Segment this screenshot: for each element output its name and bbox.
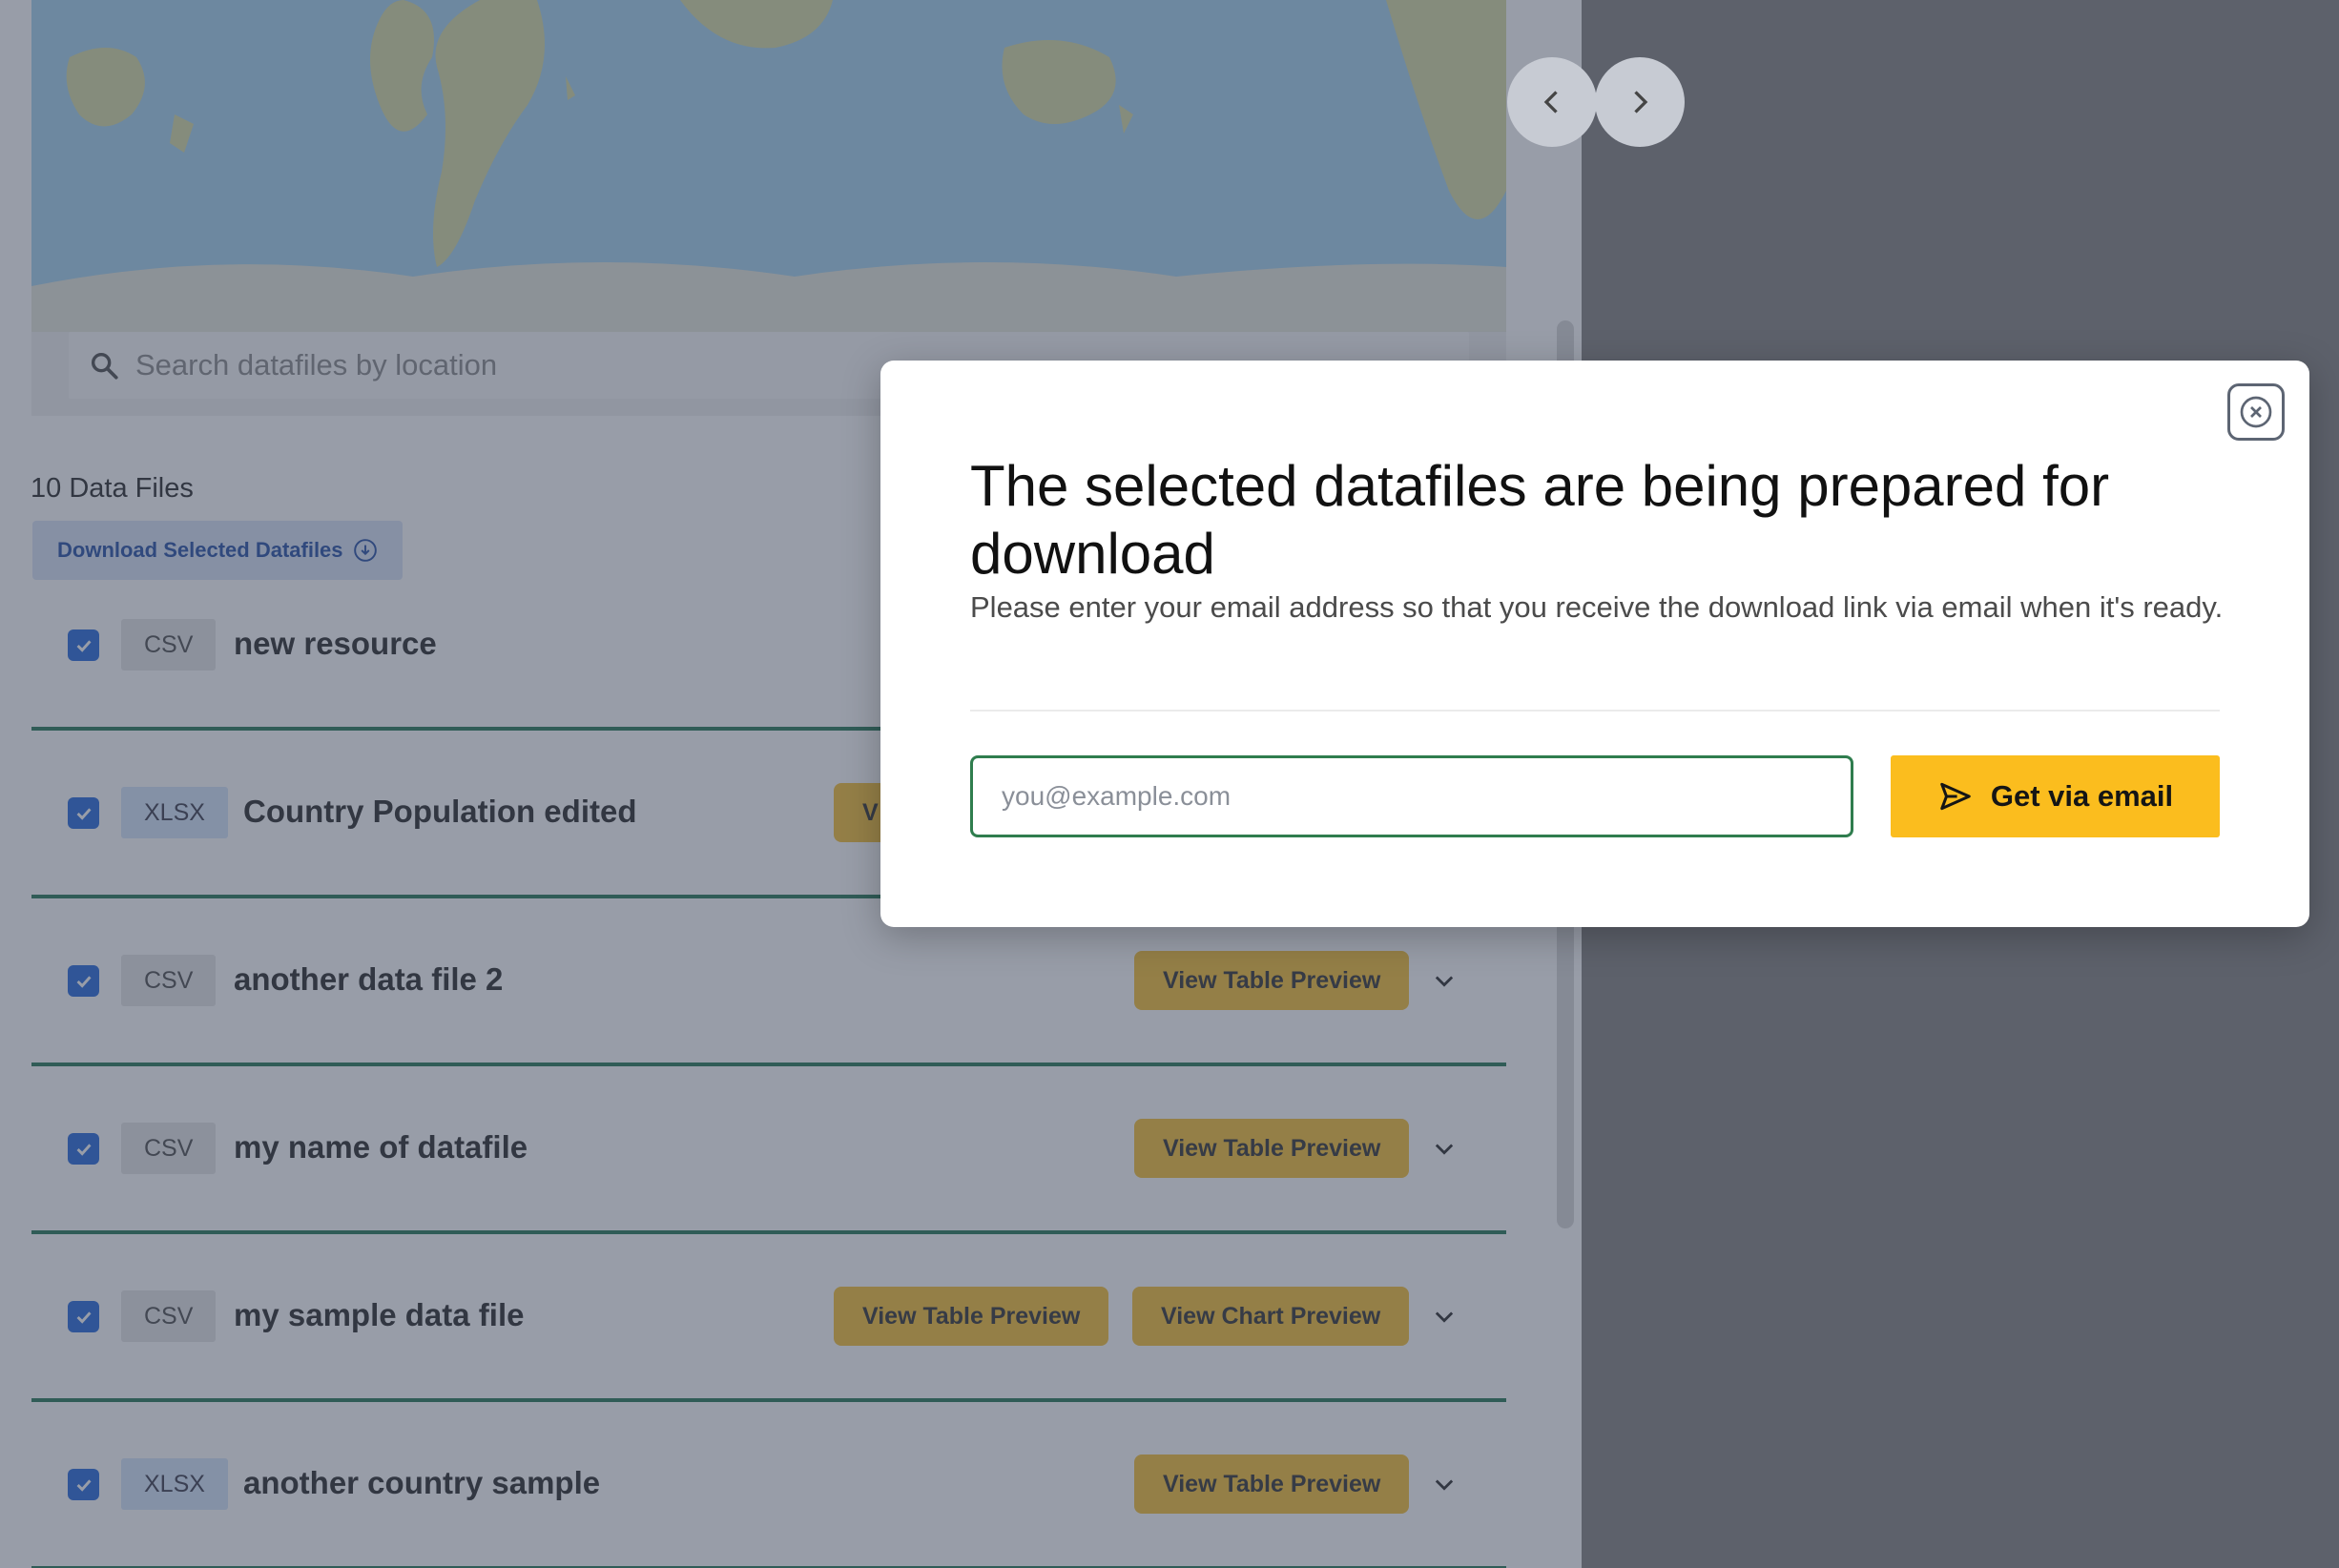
prev-button[interactable] (1507, 57, 1597, 147)
chevron-left-icon (1543, 91, 1558, 113)
next-button[interactable] (1595, 57, 1685, 147)
get-via-email-label: Get via email (1990, 779, 2174, 813)
modal-description: Please enter your email address so that … (970, 590, 2224, 624)
get-via-email-button[interactable]: Get via email (1891, 755, 2220, 837)
download-modal: The selected datafiles are being prepare… (880, 361, 2309, 927)
close-button[interactable] (2227, 383, 2285, 441)
send-icon (1940, 782, 1971, 811)
divider (970, 710, 2220, 712)
close-icon (2240, 396, 2272, 428)
email-field[interactable] (970, 755, 1853, 837)
chevron-right-icon (1634, 91, 1648, 113)
modal-title: The selected datafiles are being prepare… (970, 454, 2110, 586)
